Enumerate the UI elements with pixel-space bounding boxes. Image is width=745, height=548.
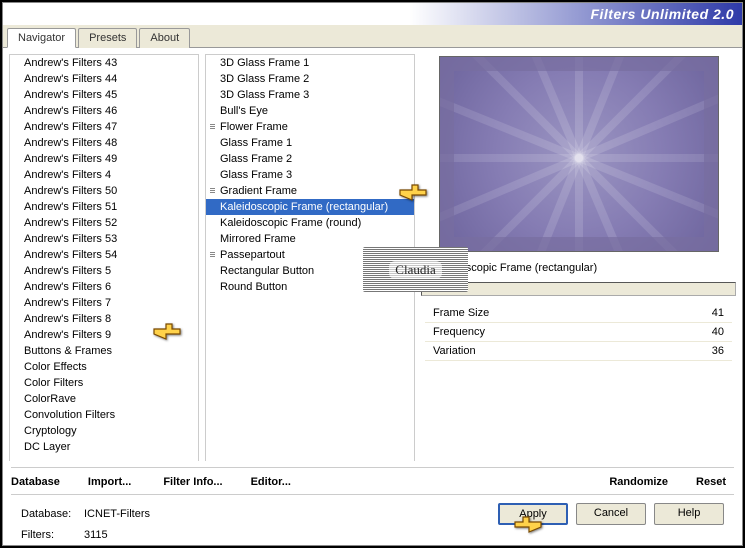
filter-item[interactable]: Kaleidoscopic Frame (rectangular) [206,199,414,215]
import-button[interactable]: Import... [88,476,131,488]
param-row[interactable]: Frame Size 41 [425,304,732,323]
filter-item[interactable]: Kaleidoscopic Frame (round) [206,215,414,231]
category-item[interactable]: Andrew's Filters 7 [10,295,198,311]
filter-item[interactable]: Glass Frame 3 [206,167,414,183]
param-value: 41 [712,307,724,319]
progress-bar [421,282,736,296]
footer-area: Database Import... Filter Info... Editor… [3,461,742,545]
param-value: 36 [712,345,724,357]
category-list[interactable]: Andrew's Filters 43Andrew's Filters 44An… [9,54,199,461]
filter-item[interactable]: 3D Glass Frame 3 [206,87,414,103]
parameter-list: Frame Size 41 Frequency 40 Variation 36 [421,300,736,461]
category-item[interactable]: Color Filters [10,375,198,391]
filter-info-button[interactable]: Filter Info... [163,476,222,488]
category-item[interactable]: Color Effects [10,359,198,375]
category-item[interactable]: Andrew's Filters 45 [10,87,198,103]
filter-item[interactable]: Glass Frame 1 [206,135,414,151]
category-item[interactable]: Buttons & Frames [10,343,198,359]
category-item[interactable]: Andrew's Filters 8 [10,311,198,327]
db-label: Database: [21,508,76,520]
db-value: ICNET-Filters [84,508,150,520]
title-bar: Filters Unlimited 2.0 [3,3,742,25]
filter-item[interactable]: Passepartout [206,247,414,263]
right-panel: Kaleidoscopic Frame (rectangular) Frame … [421,54,736,461]
status-row-2: Filters: 3115 [11,529,734,545]
category-item[interactable]: Andrew's Filters 53 [10,231,198,247]
filter-item[interactable]: 3D Glass Frame 1 [206,55,414,71]
tab-about[interactable]: About [139,28,190,48]
database-button[interactable]: Database [11,476,60,488]
category-item[interactable]: Andrew's Filters 43 [10,55,198,71]
param-row[interactable]: Frequency 40 [425,323,732,342]
main-panel: Andrew's Filters 43Andrew's Filters 44An… [3,48,742,461]
status-row-1: Database: ICNET-Filters Apply Cancel Hel… [11,499,734,529]
param-name: Variation [433,345,476,357]
app-window: Filters Unlimited 2.0 NavigatorPresetsAb… [2,2,743,546]
preview-image [439,56,719,252]
current-filter-name: Kaleidoscopic Frame (rectangular) [421,258,736,278]
category-item[interactable]: Andrew's Filters 50 [10,183,198,199]
category-item[interactable]: Andrew's Filters 44 [10,71,198,87]
filter-item[interactable]: Mirrored Frame [206,231,414,247]
category-item[interactable]: Andrew's Filters 4 [10,167,198,183]
app-title: Filters Unlimited 2.0 [590,6,734,22]
category-item[interactable]: Andrew's Filters 5 [10,263,198,279]
category-item[interactable]: Convolution Filters [10,407,198,423]
apply-button[interactable]: Apply [498,503,568,525]
filter-item[interactable]: Glass Frame 2 [206,151,414,167]
filter-item[interactable]: Gradient Frame [206,183,414,199]
filter-item[interactable]: Flower Frame [206,119,414,135]
filter-item[interactable]: 3D Glass Frame 2 [206,71,414,87]
tab-navigator[interactable]: Navigator [7,28,76,48]
category-item[interactable]: Andrew's Filters 47 [10,119,198,135]
filters-label: Filters: [21,529,76,541]
filter-item[interactable]: Rectangular Button [206,263,414,279]
category-item[interactable]: Cryptology [10,423,198,439]
editor-button[interactable]: Editor... [251,476,291,488]
param-name: Frequency [433,326,485,338]
category-item[interactable]: ColorRave [10,391,198,407]
help-button[interactable]: Help [654,503,724,525]
reset-button[interactable]: Reset [696,476,726,488]
action-row-1: Database Import... Filter Info... Editor… [11,472,734,492]
param-value: 40 [712,326,724,338]
filter-item[interactable]: Round Button [206,279,414,295]
param-name: Frame Size [433,307,489,319]
category-item[interactable]: DC Layer [10,439,198,455]
param-row[interactable]: Variation 36 [425,342,732,361]
category-item[interactable]: Andrew's Filters 9 [10,327,198,343]
category-item[interactable]: Andrew's Filters 54 [10,247,198,263]
category-item[interactable]: Andrew's Filters 52 [10,215,198,231]
cancel-button[interactable]: Cancel [576,503,646,525]
preview-area [421,54,736,254]
category-item[interactable]: Andrew's Filters 48 [10,135,198,151]
randomize-button[interactable]: Randomize [609,476,668,488]
category-item[interactable]: Andrew's Filters 49 [10,151,198,167]
category-item[interactable]: Andrew's Filters 46 [10,103,198,119]
tab-presets[interactable]: Presets [78,28,137,48]
filter-item[interactable]: Bull's Eye [206,103,414,119]
tab-strip: NavigatorPresetsAbout [3,25,742,48]
category-item[interactable]: Andrew's Filters 51 [10,199,198,215]
filters-count: 3115 [84,529,108,541]
filter-list[interactable]: 3D Glass Frame 13D Glass Frame 23D Glass… [205,54,415,461]
category-item[interactable]: Andrew's Filters 6 [10,279,198,295]
